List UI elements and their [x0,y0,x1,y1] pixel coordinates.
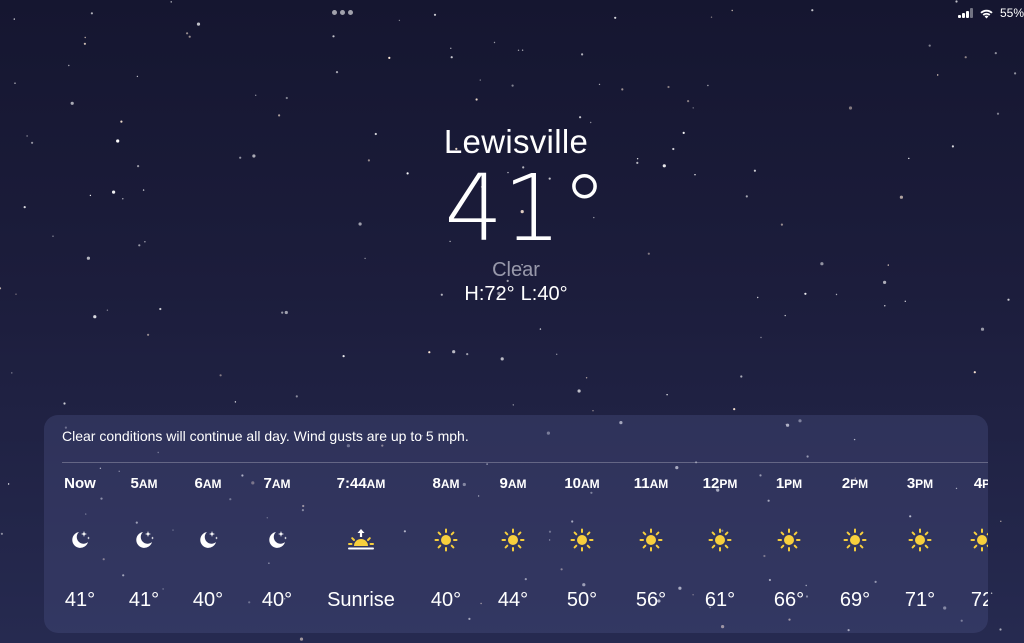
hour-time-label: 6AM [194,475,222,492]
hour-time-label: 7AM [263,475,291,492]
hour-item: 6AM 40° [168,475,248,625]
hour-time-label: 9AM [499,475,527,492]
sun-icon [908,528,932,552]
hour-item: 4P 72 [942,475,988,625]
sun-icon [570,528,594,552]
current-conditions: Lewisville 41° Clear H:72° L:40° [0,120,1024,306]
moon-stars-icon [200,531,218,548]
hour-item: 12PM 61° [680,475,760,625]
sunrise-icon [348,529,374,550]
hour-item: 7:44AM Sunrise [321,475,401,625]
hour-temperature: 56° [635,589,667,611]
sun-icon [639,528,663,552]
status-bar: 55% [957,4,1024,22]
hour-item: 9AM 44° [473,475,553,625]
hour-item: 10AM 50° [542,475,622,625]
sun-icon [501,528,525,552]
moon-stars-icon [136,531,154,548]
hour-time-label: 11AM [633,475,669,492]
hour-temperature: 40° [192,589,224,611]
hour-temperature: 50° [566,589,598,611]
condition-text: Clear [492,259,540,281]
high-low: H:72° L:40° [8,282,1024,306]
hour-temperature: 61° [704,589,736,611]
hour-time-label: 7:44AM [336,475,386,492]
moon-stars-icon [72,531,90,548]
battery-percentage: 55% [999,6,1024,20]
moon-stars-icon [269,531,287,548]
low-temperature: L:40° [520,283,568,305]
wifi-icon [980,9,993,18]
sun-icon [777,528,801,552]
hour-item: 7AM 40° [237,475,317,625]
hour-time-label: 12PM [702,475,738,492]
high-temperature: H:72° [464,283,515,305]
hour-time-label: 10AM [564,475,600,492]
hour-temperature: Sunrise [327,589,395,611]
hour-time-label: 4P [973,475,988,492]
hour-item: 11AM 56° [611,475,691,625]
cellular-signal-icon [957,8,973,18]
sun-icon [970,528,988,552]
current-temperature: 41° [444,155,608,262]
sun-icon [708,528,732,552]
hourly-forecast-card[interactable]: Clear conditions will continue all day. … [44,415,988,633]
divider [62,462,988,463]
sun-icon [843,528,867,552]
multitasking-dots[interactable] [332,10,353,15]
sun-icon [434,528,458,552]
hour-temperature: 44° [497,589,529,611]
hour-temperature: 40° [261,589,293,611]
hour-temperature: 72 [970,589,988,611]
forecast-summary: Clear conditions will continue all day. … [62,428,469,444]
